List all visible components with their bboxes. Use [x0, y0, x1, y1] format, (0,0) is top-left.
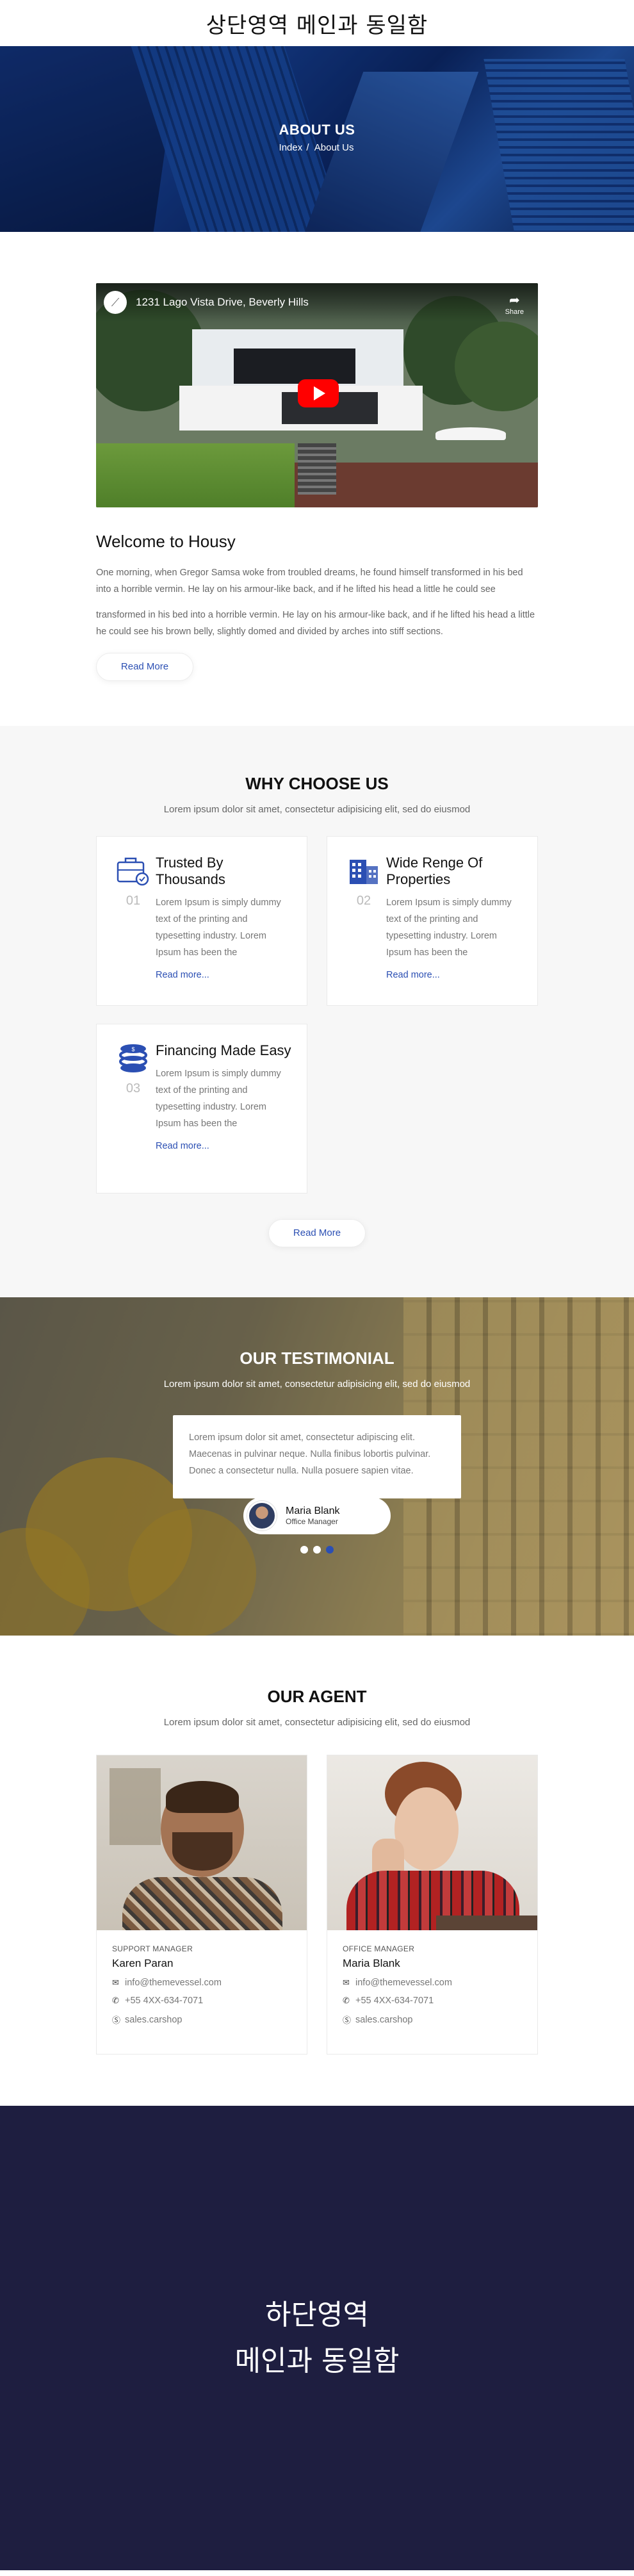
- top-header: 상단영역 메인과 동일함: [0, 0, 634, 46]
- carousel-dot[interactable]: [313, 1546, 321, 1554]
- feature-description: Lorem Ipsum is simply dummy text of the …: [156, 898, 281, 958]
- agents-section: OUR AGENT Lorem ipsum dolor sit amet, co…: [0, 1636, 634, 2106]
- testimonial-title: OUR TESTIMONIAL: [240, 1349, 394, 1368]
- feature-number: 01: [126, 894, 141, 908]
- share-button[interactable]: ➦ Share: [505, 292, 524, 316]
- channel-logo-icon[interactable]: ⟋: [104, 291, 127, 314]
- carousel-dot-active[interactable]: [326, 1546, 334, 1554]
- briefcase-icon: [117, 857, 149, 886]
- coins-icon: $: [119, 1044, 147, 1072]
- agent-name: Maria Blank: [343, 1957, 400, 1969]
- play-button[interactable]: [298, 379, 339, 407]
- footer-placeholder: 하단영역 메인과 동일함: [0, 2106, 634, 2570]
- agent-card: SUPPORT MANAGER Karen Paran ✉ info@themev…: [96, 1755, 307, 2055]
- hero-banner: ABOUT US Index / About Us: [0, 46, 634, 232]
- agent-card: OFFICE MANAGER Maria Blank ✉ info@themeve…: [327, 1755, 538, 2055]
- agents-subtitle: Lorem ipsum dolor sit amet, consectetur …: [163, 1717, 471, 1728]
- feature-number: 02: [356, 894, 371, 908]
- feature-read-more-link[interactable]: Read more...: [156, 1141, 209, 1151]
- testimonial-section: OUR TESTIMONIAL Lorem ipsum dolor sit am…: [0, 1297, 634, 1636]
- carousel-dot[interactable]: [300, 1546, 308, 1554]
- testimonial-author: Maria Blank Office Manager: [243, 1497, 391, 1534]
- why-choose-us-section: WHY CHOOSE US Lorem ipsum dolor sit amet…: [0, 726, 634, 1297]
- video-player[interactable]: ⟋ 1231 Lago Vista Drive, Beverly Hills ➦…: [96, 283, 538, 507]
- author-role: Office Manager: [286, 1517, 338, 1526]
- breadcrumb-index-link[interactable]: Index: [279, 142, 303, 153]
- feature-title: Trusted By Thousands: [156, 855, 225, 887]
- breadcrumb-current: About Us: [314, 142, 354, 153]
- agent-skype-link[interactable]: sales.carshop: [125, 2015, 182, 2025]
- agent-email-link[interactable]: info@themevessel.com: [355, 1978, 452, 1988]
- why-title: WHY CHOOSE US: [245, 774, 389, 793]
- author-name: Maria Blank: [286, 1505, 340, 1516]
- hero-title: ABOUT US: [279, 122, 355, 138]
- skype-icon: Ⓢ: [343, 2015, 352, 2025]
- agent-photo: [97, 1755, 307, 1930]
- breadcrumb: Index / About Us: [0, 142, 634, 153]
- video-title[interactable]: 1231 Lago Vista Drive, Beverly Hills: [136, 296, 309, 309]
- footer-line-1: 하단영역: [265, 2298, 369, 2331]
- feature-description: Lorem Ipsum is simply dummy text of the …: [156, 1069, 281, 1129]
- phone-icon: ✆: [112, 1996, 119, 2005]
- agent-photo: [327, 1755, 537, 1930]
- feature-description: Lorem Ipsum is simply dummy text of the …: [386, 898, 512, 958]
- share-icon: ➦: [508, 293, 520, 308]
- about-read-more-button[interactable]: Read More: [96, 653, 193, 681]
- building-icon: [350, 860, 378, 884]
- feature-read-more-link[interactable]: Read more...: [386, 970, 440, 980]
- feature-card: 01 Trusted By Thousands Lorem Ipsum is s…: [96, 836, 307, 1006]
- testimonial-quote: Lorem ipsum dolor sit amet, consectetur …: [173, 1415, 461, 1498]
- agent-name: Karen Paran: [112, 1957, 174, 1969]
- agent-skype-link[interactable]: sales.carshop: [355, 2015, 412, 2025]
- feature-title: Financing Made Easy: [156, 1042, 291, 1058]
- carousel-dots: [0, 1546, 634, 1554]
- why-subtitle: Lorem ipsum dolor sit amet, consectetur …: [163, 804, 471, 815]
- footer-line-2: 메인과 동일함: [234, 2344, 400, 2377]
- phone-icon: ✆: [343, 1996, 350, 2005]
- about-section: ⟋ 1231 Lago Vista Drive, Beverly Hills ➦…: [0, 232, 634, 726]
- header-placeholder-title: 상단영역 메인과 동일함: [206, 12, 428, 38]
- agent-phone-link[interactable]: +55 4XX-634-7071: [355, 1996, 434, 2006]
- feature-card: 02 Wide Renge Of Properties Lorem Ipsum …: [327, 836, 538, 1006]
- testimonial-subtitle: Lorem ipsum dolor sit amet, consectetur …: [163, 1379, 471, 1390]
- feature-title: Wide Renge Of Properties: [386, 855, 483, 887]
- avatar: [247, 1501, 277, 1530]
- feature-card: $ 03 Financing Made Easy Lorem Ipsum is …: [96, 1024, 307, 1194]
- feature-number: 03: [126, 1081, 141, 1095]
- feature-read-more-link[interactable]: Read more...: [156, 970, 209, 980]
- about-paragraph-1: One morning, when Gregor Samsa woke from…: [96, 568, 523, 595]
- share-label: Share: [505, 308, 524, 316]
- agent-role: SUPPORT MANAGER: [112, 1944, 193, 1953]
- agent-phone-link[interactable]: +55 4XX-634-7071: [125, 1996, 203, 2006]
- svg-text:$: $: [131, 1046, 134, 1053]
- agents-title: OUR AGENT: [267, 1687, 367, 1706]
- skype-icon: Ⓢ: [112, 2015, 121, 2025]
- agent-role: OFFICE MANAGER: [343, 1944, 415, 1953]
- breadcrumb-separator: /: [306, 142, 309, 153]
- why-read-more-button[interactable]: Read More: [268, 1219, 366, 1247]
- about-heading: Welcome to Housy: [96, 532, 236, 551]
- envelope-icon: ✉: [112, 1978, 119, 1987]
- agent-email-link[interactable]: info@themevessel.com: [125, 1978, 222, 1988]
- about-paragraph-2: transformed in his bed into a horrible v…: [96, 610, 535, 637]
- envelope-icon: ✉: [343, 1978, 350, 1987]
